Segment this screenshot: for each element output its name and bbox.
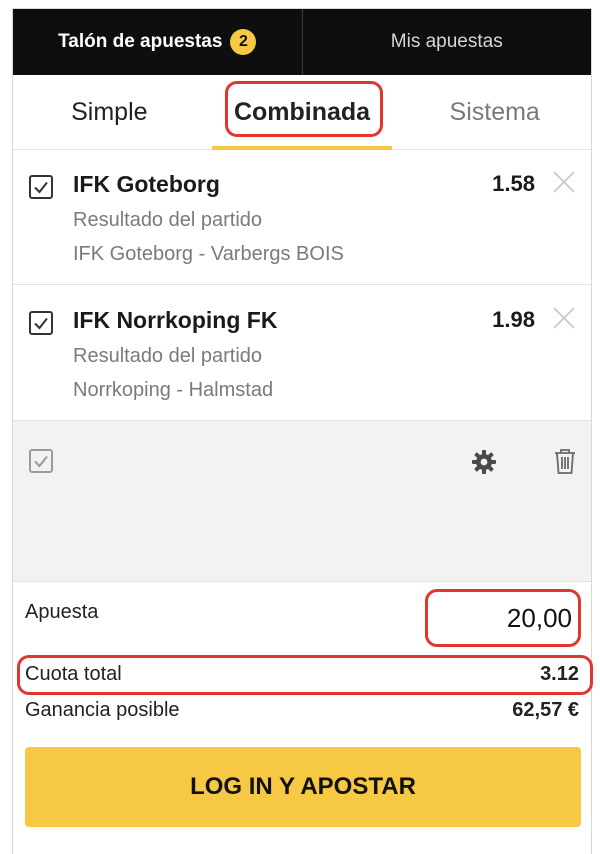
betslip-panel: Talón de apuestas 2 Mis apuestas Simple … <box>12 8 593 854</box>
tab-sistema-label: Sistema <box>449 97 540 126</box>
close-icon[interactable] <box>551 305 577 331</box>
tab-simple[interactable]: Simple <box>13 75 206 149</box>
selection-item: IFK Norrkoping FK 1.98 Resultado del par… <box>13 285 591 421</box>
select-all-checkbox[interactable] <box>29 449 53 473</box>
gear-icon[interactable] <box>471 449 497 475</box>
potential-win-label: Ganancia posible <box>25 699 180 721</box>
potential-win-value: 62,57 € <box>512 699 579 721</box>
stake-field[interactable] <box>425 589 581 647</box>
stake-input[interactable] <box>434 598 572 638</box>
tab-combinada-label: Combinada <box>233 97 371 126</box>
selection-team: IFK Norrkoping FK <box>73 307 278 333</box>
login-and-bet-button[interactable]: LOG IN Y APOSTAR <box>25 747 581 827</box>
check-icon <box>34 181 48 194</box>
close-icon[interactable] <box>551 169 577 195</box>
tab-betslip[interactable]: Talón de apuestas 2 <box>13 9 302 75</box>
total-odds-label: Cuota total <box>25 663 122 685</box>
trash-icon[interactable] <box>553 447 577 475</box>
betslip-tools <box>13 421 591 582</box>
selection-event: IFK Goteborg - Varbergs BOIS <box>73 243 344 265</box>
selection-odds: 1.98 <box>492 307 535 332</box>
selection-market: Resultado del partido <box>73 209 263 231</box>
selection-checkbox[interactable] <box>29 311 53 335</box>
tab-my-bets[interactable]: Mis apuestas <box>301 9 592 75</box>
selection-market: Resultado del partido <box>73 345 263 367</box>
stake-label: Apuesta <box>25 601 99 623</box>
total-odds-value: 3.12 <box>540 663 579 685</box>
tab-sistema[interactable]: Sistema <box>398 75 591 149</box>
selection-item: IFK Goteborg 1.58 Resultado del partido … <box>13 149 591 285</box>
tab-my-bets-label: Mis apuestas <box>390 31 503 52</box>
selection-odds: 1.58 <box>492 171 535 196</box>
tab-combinada[interactable]: Combinada <box>206 75 399 150</box>
bet-type-tabs: Simple Combinada Sistema <box>13 75 591 150</box>
selection-count-badge: 2 <box>230 29 257 55</box>
check-icon <box>34 455 48 468</box>
selection-team: IFK Goteborg <box>73 171 220 197</box>
selection-event: Norrkoping - Halmstad <box>73 379 274 401</box>
betslip-header: Talón de apuestas 2 Mis apuestas <box>13 9 591 75</box>
check-icon <box>34 317 48 330</box>
selection-checkbox[interactable] <box>29 175 53 199</box>
tab-simple-label: Simple <box>71 97 148 126</box>
tab-betslip-label: Talón de apuestas <box>58 31 223 52</box>
